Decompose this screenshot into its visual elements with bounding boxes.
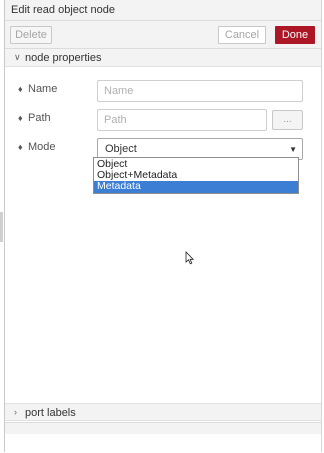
- mode-label: ♦ Mode: [18, 141, 56, 153]
- section-label-port-labels: port labels: [25, 407, 76, 419]
- done-button[interactable]: Done: [275, 26, 315, 44]
- tray-header: Edit read object node: [5, 0, 321, 21]
- dropdown-arrow-icon: ▼: [289, 145, 297, 154]
- sidebar-resize-handle[interactable]: [0, 212, 3, 242]
- tag-icon: ♦: [18, 142, 23, 152]
- tray-bottom: [5, 434, 321, 452]
- form-row-name: ♦ Name: [5, 80, 321, 102]
- mode-label-text: Mode: [28, 141, 56, 153]
- chevron-right-icon: ›: [14, 407, 17, 417]
- tray-toolbar: Delete Cancel Done: [5, 21, 321, 49]
- name-label: ♦ Name: [18, 83, 57, 95]
- section-port-labels[interactable]: › port labels: [5, 403, 321, 421]
- name-input[interactable]: [97, 80, 303, 102]
- mode-select-value: Object: [105, 143, 137, 155]
- path-browse-button[interactable]: ...: [272, 110, 303, 130]
- mode-option-metadata[interactable]: Metadata: [94, 181, 298, 193]
- name-label-text: Name: [28, 83, 58, 95]
- section-label-node-properties: node properties: [25, 52, 102, 64]
- chevron-down-icon: ∨: [14, 52, 21, 62]
- tag-icon: ♦: [18, 113, 23, 123]
- path-label: ♦ Path: [18, 112, 51, 124]
- tray-footer: [5, 422, 321, 434]
- path-label-text: Path: [28, 112, 51, 124]
- cancel-button[interactable]: Cancel: [218, 26, 266, 44]
- delete-button[interactable]: Delete: [10, 26, 52, 44]
- section-node-properties[interactable]: ∨ node properties: [5, 49, 321, 67]
- mouse-cursor-icon: [185, 251, 195, 265]
- edit-node-tray: Edit read object node Delete Cancel Done…: [4, 0, 322, 452]
- form-row-path: ♦ Path ...: [5, 109, 321, 131]
- mode-dropdown-list: Object Object+Metadata Metadata: [93, 157, 299, 194]
- path-input[interactable]: [97, 109, 267, 131]
- tray-title: Edit read object node: [11, 4, 115, 16]
- tag-icon: ♦: [18, 84, 23, 94]
